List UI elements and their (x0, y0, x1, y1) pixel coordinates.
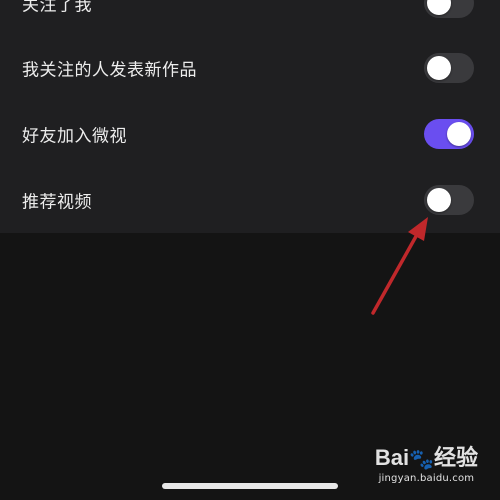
watermark-url: jingyan.baidu.com (378, 473, 475, 484)
watermark-brand-prefix: Bai (374, 445, 410, 470)
notification-settings-screen: 关注了我 我关注的人发表新作品 好友加入微视 推荐视频 Bai🐾经验 jingy… (0, 0, 500, 500)
paw-icon: 🐾 (409, 449, 434, 471)
home-indicator[interactable] (162, 483, 338, 489)
baidu-jingyan-watermark: Bai🐾经验 jingyan.baidu.com (375, 440, 478, 484)
watermark-logo: Bai🐾经验 (375, 440, 478, 472)
red-arrow-annotation (371, 217, 428, 315)
watermark-brand-suffix: 经验 (433, 445, 478, 470)
